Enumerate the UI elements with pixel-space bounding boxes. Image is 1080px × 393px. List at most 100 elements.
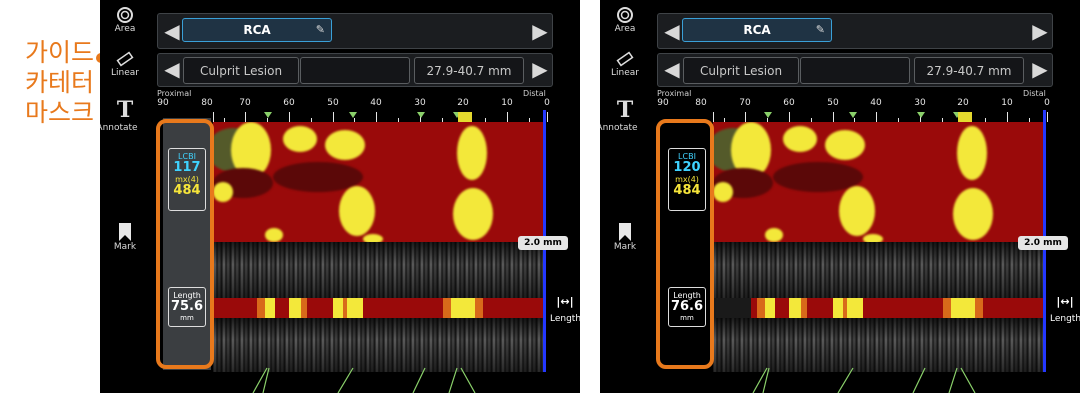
tool-annotate[interactable]: T Annotate (100, 97, 150, 133)
tick-label: 30 (414, 98, 426, 108)
tool-linear[interactable]: Linear (100, 50, 150, 78)
tool-mark-label: Mark (113, 242, 137, 252)
thickness-tag[interactable]: 2.0 mm (518, 236, 568, 250)
annotation-line-3: 마스크 (24, 98, 94, 127)
text-icon: T (616, 97, 634, 123)
proximal-label: Proximal (157, 89, 192, 98)
edit-icon[interactable]: ✎ (816, 23, 825, 36)
tick-label: 10 (1001, 98, 1013, 108)
tool-area-label: Area (114, 24, 136, 34)
lesion-name: Culprit Lesion (699, 63, 783, 78)
tick-label: 50 (827, 98, 839, 108)
next-arrow-icon[interactable]: ▶ (528, 20, 552, 42)
next-lesion-icon[interactable]: ▶ (1028, 58, 1052, 80)
next-lesion-icon[interactable]: ▶ (528, 58, 552, 80)
ivus-screen-right: Area Linear T Annotate Mark ◀ RCA ✎ ▶ ◀ … (600, 0, 1080, 393)
tick-label: 20 (457, 98, 469, 108)
prev-lesion-icon[interactable]: ◀ (660, 58, 684, 80)
length-tool[interactable]: |↔| Length (1050, 295, 1080, 324)
tick-label: 10 (501, 98, 513, 108)
tool-linear[interactable]: Linear (600, 50, 650, 78)
tool-area-label: Area (614, 24, 636, 34)
lesion-name: Culprit Lesion (199, 63, 283, 78)
lesion-range: 27.9-40.7 mm (426, 63, 512, 78)
tick-label: 70 (239, 98, 251, 108)
lesion-notes-field[interactable] (300, 57, 410, 84)
tick-label: 40 (370, 98, 382, 108)
longitudinal-view-bottom (713, 318, 1043, 372)
ruler-icon (616, 51, 634, 67)
tick-label: 30 (914, 98, 926, 108)
lesion-name-field[interactable]: Culprit Lesion (183, 57, 299, 84)
area-icon (617, 7, 633, 23)
tick-label: 60 (283, 98, 295, 108)
frame-markers (752, 367, 976, 393)
tool-area[interactable]: Area (600, 6, 650, 34)
lesion-range-field[interactable]: 27.9-40.7 mm (914, 57, 1024, 84)
annotation-line-2: 카테터 (24, 68, 94, 97)
distal-label: Distal (523, 89, 546, 98)
vessel-name: RCA (243, 23, 271, 37)
lesion-name-field[interactable]: Culprit Lesion (683, 57, 799, 84)
longitudinal-view-bottom (213, 318, 543, 372)
distance-ruler (713, 112, 1048, 122)
highlight-box (656, 119, 714, 369)
prev-arrow-icon[interactable]: ◀ (660, 20, 684, 42)
tick-label: 0 (1044, 98, 1050, 108)
tick-label: 90 (157, 98, 169, 108)
longitudinal-view-top (713, 242, 1043, 298)
length-arrow-icon: |↔| (1056, 295, 1074, 308)
ivus-screen-left: Area Linear T Annotate Mark ◀ RCA ✎ ▶ ◀ … (100, 0, 580, 393)
lesion-range-field[interactable]: 27.9-40.7 mm (414, 57, 524, 84)
tick-label: 50 (327, 98, 339, 108)
tool-linear-label: Linear (111, 68, 139, 78)
bookmark-icon (119, 223, 131, 241)
bookmark-icon (619, 223, 631, 241)
block-chemogram (213, 298, 543, 318)
tick-label: 40 (870, 98, 882, 108)
chemogram (213, 122, 543, 242)
tool-annotate-label: Annotate (600, 123, 638, 133)
tick-label: 60 (783, 98, 795, 108)
tick-label: 90 (657, 98, 669, 108)
proximal-label: Proximal (657, 89, 692, 98)
length-tool[interactable]: |↔| Length (550, 295, 580, 324)
vessel-selector[interactable]: RCA ✎ (182, 18, 332, 42)
chemogram (713, 122, 1043, 242)
tick-label: 80 (695, 98, 707, 108)
tick-label: 20 (957, 98, 969, 108)
next-arrow-icon[interactable]: ▶ (1028, 20, 1052, 42)
annotation-line-1: 가이드 (24, 38, 94, 67)
distance-ruler (213, 112, 548, 122)
text-icon: T (116, 97, 134, 123)
block-chemogram (713, 298, 1043, 318)
ruler-icon (116, 51, 134, 67)
tool-area[interactable]: Area (100, 6, 150, 34)
distal-label: Distal (1023, 89, 1046, 98)
thickness-tag[interactable]: 2.0 mm (1018, 236, 1068, 250)
lesion-range: 27.9-40.7 mm (926, 63, 1012, 78)
tick-label: 0 (544, 98, 550, 108)
prev-arrow-icon[interactable]: ◀ (160, 20, 184, 42)
vessel-selector[interactable]: RCA ✎ (682, 18, 832, 42)
tick-label: 70 (739, 98, 751, 108)
tool-mark-label: Mark (613, 242, 637, 252)
length-tool-label: Length (550, 314, 580, 324)
tool-linear-label: Linear (611, 68, 639, 78)
lesion-notes-field[interactable] (800, 57, 910, 84)
length-arrow-icon: |↔| (556, 295, 574, 308)
annotation-text: 가이드 카테터 마스크 (4, 38, 94, 128)
edit-icon[interactable]: ✎ (316, 23, 325, 36)
vessel-name: RCA (743, 23, 771, 37)
longitudinal-view-top (213, 242, 543, 298)
area-icon (117, 7, 133, 23)
tick-label: 80 (201, 98, 213, 108)
tool-annotate[interactable]: T Annotate (600, 97, 650, 133)
length-tool-label: Length (1050, 314, 1080, 324)
tool-mark[interactable]: Mark (100, 222, 150, 252)
frame-markers (252, 367, 476, 393)
tool-mark[interactable]: Mark (600, 222, 650, 252)
ruler-highlight (458, 112, 472, 122)
prev-lesion-icon[interactable]: ◀ (160, 58, 184, 80)
ruler-highlight (958, 112, 972, 122)
